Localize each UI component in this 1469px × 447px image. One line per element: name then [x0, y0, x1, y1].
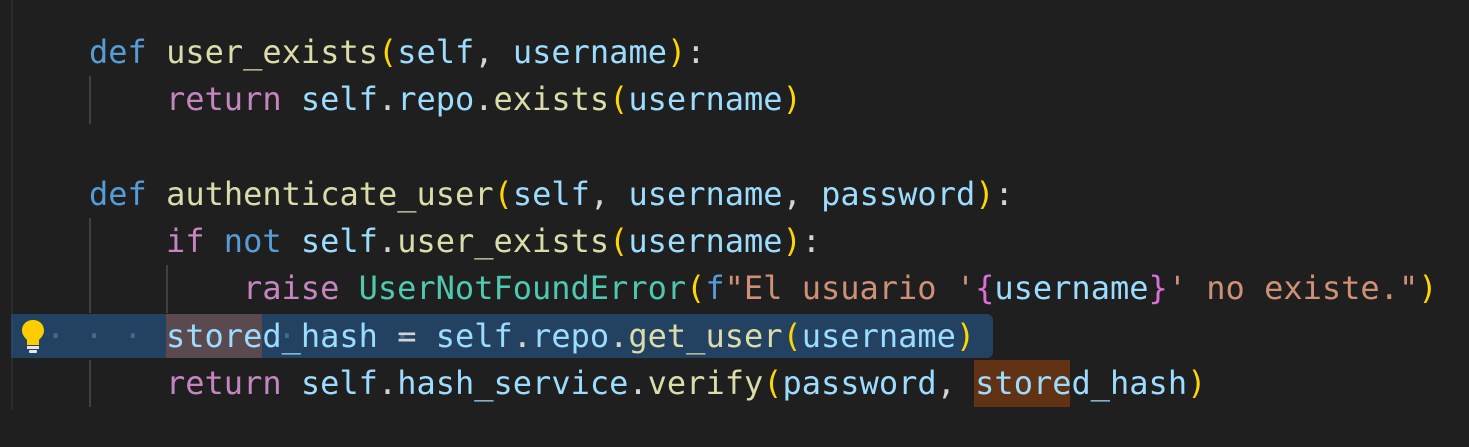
code-line-8[interactable]: return self.hash_service.verify(password… — [0, 360, 1469, 408]
code-token: return — [166, 364, 282, 403]
code-token: username — [628, 80, 783, 119]
code-token: ( — [782, 316, 802, 355]
code-token: verify — [647, 364, 764, 403]
code-token: { — [975, 269, 995, 308]
code-area[interactable]: def user_exists(self, username): return … — [0, 29, 1469, 408]
code-token: not — [223, 222, 282, 261]
code-token: def — [89, 174, 147, 213]
code-token: f — [705, 269, 725, 308]
code-token: , — [782, 174, 822, 213]
code-token: ) — [955, 316, 976, 355]
code-token: password — [821, 174, 976, 213]
code-line-text: if not self.user_exists(username): — [166, 218, 821, 265]
code-token: ( — [377, 33, 398, 71]
code-token: username — [994, 269, 1149, 308]
code-token: username — [512, 33, 667, 71]
code-token: self — [435, 316, 513, 355]
code-token: ) — [1187, 364, 1207, 403]
code-token: repo — [532, 316, 610, 355]
code-line-text: def user_exists(self, username): — [89, 29, 706, 76]
code-token: = — [377, 316, 436, 355]
code-token: username — [628, 222, 783, 261]
code-line-1[interactable]: def user_exists(self, username): — [0, 29, 1469, 76]
code-token: user_exists — [397, 222, 610, 261]
code-token: . — [628, 364, 648, 403]
code-token: self — [397, 33, 475, 71]
indent-guide — [89, 265, 91, 313]
code-token: } — [1148, 269, 1168, 308]
indent-guide — [89, 218, 91, 266]
code-token: exists — [493, 80, 610, 119]
code-token: stored_hash — [166, 316, 378, 355]
code-token: username — [628, 174, 783, 213]
code-token: . — [609, 316, 629, 355]
code-token: get_user — [628, 316, 783, 355]
code-token: username — [801, 316, 956, 355]
code-line-7-current[interactable]: · · · · · · · · · · · stored_hash = self… — [0, 313, 1469, 360]
code-token: ( — [763, 364, 783, 403]
code-token: ' no existe." — [1167, 269, 1419, 308]
code-token: ) — [666, 33, 687, 71]
code-line-text: return self.repo.exists(username) — [166, 76, 802, 123]
code-line-4[interactable]: def authenticate_user(self, username, pa… — [0, 171, 1469, 218]
lightbulb-icon[interactable] — [20, 318, 46, 354]
code-token: self — [300, 222, 378, 261]
code-token: "El usuario ' — [724, 269, 976, 308]
code-token: raise — [243, 269, 340, 308]
code-token: : — [686, 33, 706, 71]
code-token: UserNotFoundError — [358, 269, 687, 308]
code-token: . — [377, 80, 398, 119]
code-token: : — [994, 174, 1014, 213]
code-token: . — [474, 80, 494, 119]
code-token: self — [300, 364, 378, 403]
code-token: , — [589, 174, 629, 213]
code-token: ( — [493, 174, 513, 213]
code-token: password — [782, 364, 937, 403]
code-line-5[interactable]: if not self.user_exists(username): — [0, 218, 1469, 266]
code-token: ( — [609, 222, 629, 261]
code-token: ) — [782, 222, 802, 261]
code-token: if — [166, 222, 205, 261]
code-token: self — [300, 80, 378, 119]
code-token: , — [474, 33, 513, 71]
code-token: . — [377, 364, 398, 403]
indent-guide — [166, 265, 168, 313]
code-token: ) — [782, 80, 802, 119]
code-token: . — [377, 222, 398, 261]
code-token: authenticate_user — [166, 174, 494, 213]
code-line-text: raise UserNotFoundError(f"El usuario '{u… — [243, 265, 1437, 312]
code-token: return — [166, 80, 282, 119]
code-token: self — [512, 174, 590, 213]
code-token: ) — [975, 174, 995, 213]
code-token: , — [936, 364, 976, 403]
indent-guide — [89, 360, 91, 408]
code-line-text: stored_hash = self.repo.get_user(usernam… — [166, 313, 975, 360]
code-line-text: return self.hash_service.verify(password… — [166, 360, 1206, 407]
code-token: . — [512, 316, 533, 355]
code-line-2[interactable]: return self.repo.exists(username) — [0, 76, 1469, 124]
code-token: ) — [1418, 269, 1438, 308]
code-token: repo — [397, 80, 475, 119]
code-token: stored_hash — [975, 364, 1188, 403]
code-token: ( — [609, 80, 629, 119]
code-token: ( — [686, 269, 706, 308]
code-token: hash_service — [397, 364, 629, 403]
indent-guide — [89, 76, 91, 124]
code-token: user_exists — [166, 33, 378, 71]
code-line-3[interactable] — [0, 124, 1469, 171]
code-token: : — [801, 222, 822, 261]
code-line-text: def authenticate_user(self, username, pa… — [89, 171, 1014, 218]
code-token: def — [89, 33, 147, 71]
code-editor[interactable]: def user_exists(self, username): return … — [0, 0, 1469, 447]
code-line-6[interactable]: raise UserNotFoundError(f"El usuario '{u… — [0, 265, 1469, 313]
